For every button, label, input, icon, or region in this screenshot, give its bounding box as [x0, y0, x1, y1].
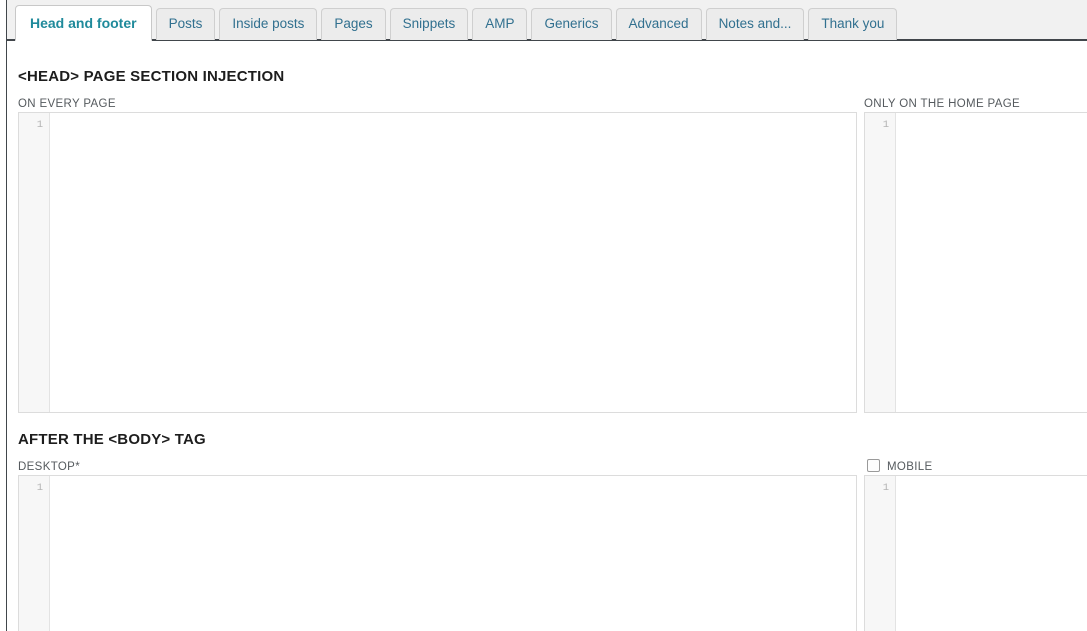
- editor-gutter: 1: [865, 113, 896, 412]
- editor-code-area[interactable]: [896, 113, 1087, 412]
- label-only-on-home-page: ONLY ON THE HOME PAGE: [864, 98, 1021, 110]
- editor-code-area[interactable]: [896, 476, 1087, 631]
- plugin-settings-page: Head and footer Posts Inside posts Pages…: [0, 0, 1087, 631]
- editor-gutter: 1: [865, 476, 896, 631]
- editor-body-desktop[interactable]: 1: [18, 475, 857, 631]
- label-on-every-page: ON EVERY PAGE: [18, 98, 116, 110]
- tab-posts[interactable]: Posts: [155, 8, 216, 40]
- tab-notes-and[interactable]: Notes and...: [705, 8, 805, 40]
- line-number: 1: [882, 119, 889, 131]
- tab-advanced[interactable]: Advanced: [615, 8, 702, 40]
- editor-body-mobile[interactable]: 1: [864, 475, 1087, 631]
- tab-head-and-footer[interactable]: Head and footer: [15, 5, 152, 41]
- tab-panel-head-and-footer: <HEAD> PAGE SECTION INJECTION ON EVERY P…: [7, 41, 1087, 631]
- editor-head-home-page-only[interactable]: 1: [864, 112, 1087, 413]
- tab-snippets[interactable]: Snippets: [389, 8, 469, 40]
- editor-gutter: 1: [19, 476, 50, 631]
- body-section-title: AFTER THE <BODY> TAG: [18, 431, 206, 448]
- tab-bar: Head and footer Posts Inside posts Pages…: [7, 0, 1087, 41]
- tab-amp[interactable]: AMP: [472, 8, 528, 40]
- editor-code-area[interactable]: [50, 476, 856, 631]
- label-mobile: MOBILE: [887, 461, 933, 473]
- tab-inside-posts[interactable]: Inside posts: [219, 8, 318, 40]
- editor-gutter: 1: [19, 113, 50, 412]
- label-desktop: DESKTOP*: [18, 461, 81, 473]
- tab-pages[interactable]: Pages: [321, 8, 386, 40]
- line-number: 1: [882, 482, 889, 494]
- editor-head-on-every-page[interactable]: 1: [18, 112, 857, 413]
- tab-strip: Head and footer Posts Inside posts Pages…: [15, 0, 898, 41]
- mobile-enable-checkbox[interactable]: [867, 459, 880, 472]
- head-section-title: <HEAD> PAGE SECTION INJECTION: [18, 68, 285, 85]
- tab-generics[interactable]: Generics: [531, 8, 612, 40]
- editor-code-area[interactable]: [50, 113, 856, 412]
- line-number: 1: [36, 119, 43, 131]
- line-number: 1: [36, 482, 43, 494]
- tab-thank-you[interactable]: Thank you: [808, 8, 898, 40]
